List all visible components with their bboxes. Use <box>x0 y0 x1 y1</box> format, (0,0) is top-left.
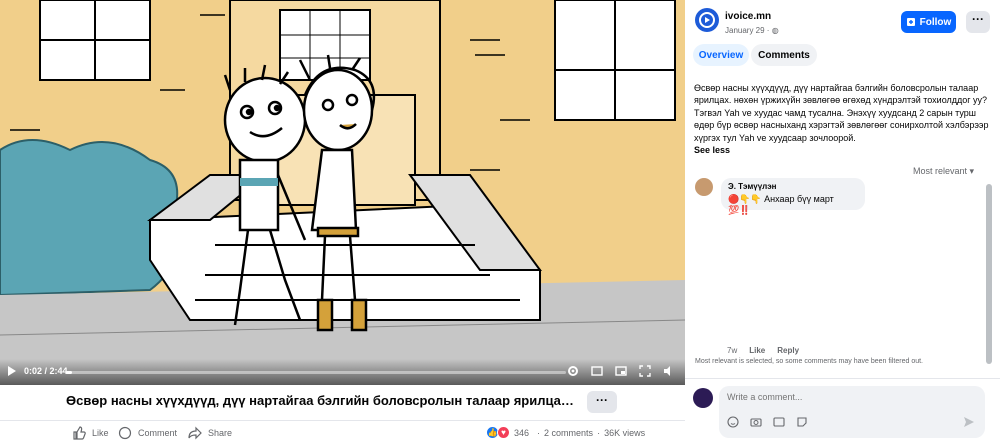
comment-meta: 7w Like Reply <box>727 346 799 355</box>
post-text: Өсвөр насны хүүхдүүд, дүү нартайгаа бэлг… <box>694 83 989 143</box>
post-side-panel: ivoice.mn January 29 · ◍ Follow ··· Over… <box>685 0 1000 446</box>
comment-sort-dropdown[interactable]: Most relevant ▾ <box>913 166 974 177</box>
pip-icon[interactable] <box>613 363 629 379</box>
reaction-count: 346 <box>514 427 530 438</box>
like-label: Like <box>92 428 109 438</box>
video-controls: 0:02 / 2:44 <box>0 359 685 385</box>
play-icon[interactable] <box>8 366 16 376</box>
reactions-summary[interactable]: 👍 ♥ 346 · 2 comments · 36K views <box>486 426 645 439</box>
tab-comments[interactable]: Comments <box>751 44 817 66</box>
divider <box>685 378 1000 379</box>
emoji-icon[interactable] <box>727 416 739 428</box>
volume-icon[interactable] <box>661 363 677 379</box>
follow-icon <box>906 18 915 26</box>
comment-icon <box>118 426 132 440</box>
composer-toolbar <box>727 416 808 428</box>
comment-text: 🔴👇👇 Анхаар бүү март 💯‼️ <box>728 194 834 215</box>
post-date-text: January 29 · <box>725 26 772 35</box>
comments-scrollbar[interactable] <box>985 176 993 372</box>
commenter-name[interactable]: Э. Тэмүүлэн <box>728 182 858 191</box>
comment-like-link[interactable]: Like <box>749 346 765 355</box>
comment-input[interactable] <box>727 392 957 402</box>
follow-label: Follow <box>919 16 952 28</box>
more-options-button[interactable]: ··· <box>587 391 617 413</box>
post-description: Өсвөр насны хүүхдүүд, дүү нартайгаа бэлг… <box>694 82 994 156</box>
camera-icon[interactable] <box>750 416 762 428</box>
post-action-bar: Like Comment Share 👍 ♥ 346 · 2 comments … <box>0 420 685 446</box>
post-menu-button[interactable]: ··· <box>966 11 990 33</box>
user-avatar[interactable] <box>693 388 713 408</box>
share-icon <box>188 426 202 440</box>
tab-overview[interactable]: Overview <box>693 44 749 66</box>
page-avatar[interactable] <box>695 8 719 32</box>
video-title: Өсвөр насны хүүхдүүд, дүү нартайгаа бэлг… <box>66 393 576 408</box>
progress-bar[interactable] <box>66 371 566 374</box>
scrollbar-thumb[interactable] <box>986 184 992 364</box>
sticker-icon[interactable] <box>796 416 808 428</box>
page-name[interactable]: ivoice.mn <box>725 11 771 22</box>
separator-dot: · <box>597 427 601 438</box>
comment-bubble: Э. Тэмүүлэн 🔴👇👇 Анхаар бүү март 💯‼️ <box>721 178 865 215</box>
comment-button[interactable]: Comment <box>118 426 177 440</box>
views-count: 36K views <box>604 427 646 438</box>
thumbs-up-icon <box>73 426 86 440</box>
send-icon[interactable] <box>963 416 975 428</box>
comment-age[interactable]: 7w <box>727 346 737 355</box>
gif-icon[interactable] <box>773 416 785 428</box>
video-player[interactable]: 0:02 / 2:44 <box>0 0 685 385</box>
share-label: Share <box>208 428 233 438</box>
separator-dot: · <box>537 427 541 438</box>
filter-note: Most relevant is selected, so some comme… <box>695 358 923 365</box>
fullscreen-icon[interactable] <box>637 363 653 379</box>
comment-label: Comment <box>138 428 178 438</box>
globe-icon: ◍ <box>771 26 779 35</box>
comment-composer <box>719 386 985 438</box>
comments-count[interactable]: 2 comments <box>544 428 593 438</box>
like-button[interactable]: Like <box>72 426 109 440</box>
video-time: 0:02 / 2:44 <box>24 366 68 376</box>
love-reaction-icon: ♥ <box>497 426 510 439</box>
video-frame-cartoon <box>0 0 685 385</box>
video-title-row: Өсвөр насны хүүхдүүд, дүү нартайгаа бэлг… <box>0 385 685 420</box>
follow-button[interactable]: Follow <box>901 11 956 33</box>
post-date[interactable]: January 29 · ◍ <box>725 26 779 35</box>
settings-icon[interactable] <box>565 363 581 379</box>
see-less-link[interactable]: See less <box>694 145 730 155</box>
commenter-avatar[interactable] <box>695 178 713 196</box>
progress-fill <box>66 371 72 374</box>
share-button[interactable]: Share <box>188 426 232 440</box>
caption-icon[interactable] <box>589 363 605 379</box>
comment-reply-link[interactable]: Reply <box>777 346 799 355</box>
